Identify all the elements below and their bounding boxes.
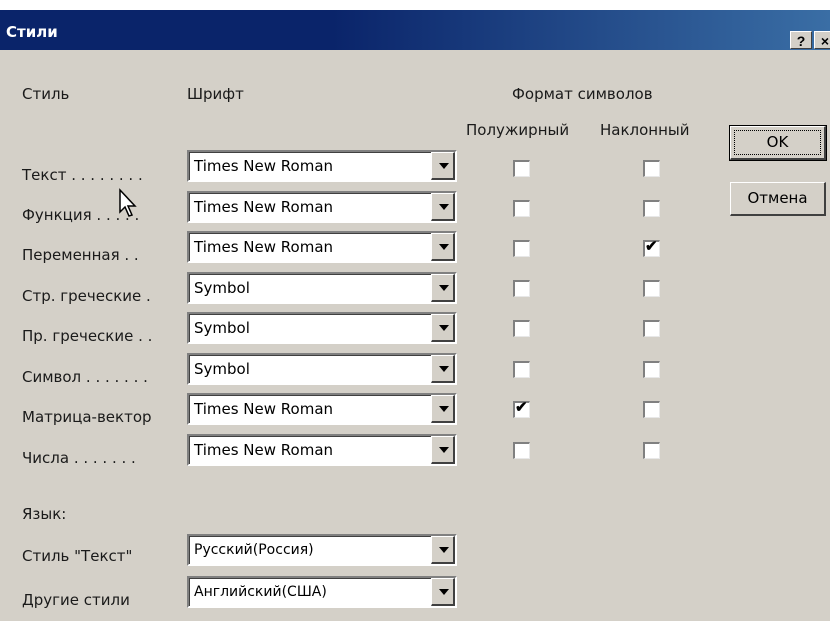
bold-checkbox-function[interactable] bbox=[513, 200, 530, 217]
chevron-down-icon bbox=[439, 244, 449, 250]
language-select-value: Русский(Россия) bbox=[194, 542, 314, 558]
row-label-variable: Переменная . . bbox=[22, 246, 139, 264]
other-styles-language-select[interactable]: Английский(США) bbox=[187, 576, 457, 608]
header-italic: Наклонный bbox=[600, 121, 690, 139]
dropdown-button[interactable] bbox=[431, 152, 455, 180]
italic-checkbox-symbol[interactable] bbox=[643, 361, 660, 378]
font-select-value: Times New Roman bbox=[194, 238, 334, 256]
font-select-value: Times New Roman bbox=[194, 157, 334, 175]
row-label-matrix-vector: Матрица-вектор bbox=[22, 408, 152, 426]
dropdown-button[interactable] bbox=[431, 314, 455, 342]
language-heading: Язык: bbox=[22, 505, 67, 523]
font-select-value: Times New Roman bbox=[194, 441, 334, 459]
chevron-down-icon bbox=[439, 163, 449, 169]
chevron-down-icon bbox=[439, 325, 449, 331]
row-label-upright-greek: Стр. греческие . bbox=[22, 287, 151, 305]
font-select-value: Symbol bbox=[194, 279, 250, 297]
italic-checkbox-upright-greek[interactable] bbox=[643, 280, 660, 297]
row-label-text: Текст . . . . . . . . bbox=[22, 166, 143, 184]
window-title: Стили bbox=[6, 23, 58, 41]
font-select-text[interactable]: Times New Roman bbox=[187, 150, 457, 182]
dropdown-button[interactable] bbox=[431, 355, 455, 383]
text-style-language-select[interactable]: Русский(Россия) bbox=[187, 534, 457, 566]
header-font: Шрифт bbox=[187, 85, 244, 103]
screen-top-strip bbox=[0, 0, 830, 10]
row-label-slanted-greek: Пр. греческие . . bbox=[22, 327, 153, 345]
row-label-symbol: Символ . . . . . . . bbox=[22, 368, 148, 386]
bold-checkbox-upright-greek[interactable] bbox=[513, 280, 530, 297]
font-select-value: Times New Roman bbox=[194, 198, 334, 216]
chevron-down-icon bbox=[439, 589, 449, 595]
dropdown-button[interactable] bbox=[431, 233, 455, 261]
mouse-pointer-icon bbox=[119, 188, 137, 217]
cancel-button-label: Отмена bbox=[747, 189, 808, 207]
row-label-numbers: Числа . . . . . . . bbox=[22, 449, 136, 467]
italic-checkbox-function[interactable] bbox=[643, 200, 660, 217]
ok-button[interactable]: OK bbox=[729, 125, 827, 161]
header-style: Стиль bbox=[22, 85, 70, 103]
chevron-down-icon bbox=[439, 204, 449, 210]
dropdown-button[interactable] bbox=[431, 395, 455, 423]
dropdown-button[interactable] bbox=[431, 436, 455, 464]
italic-checkbox-slanted-greek[interactable] bbox=[643, 320, 660, 337]
dropdown-button[interactable] bbox=[431, 274, 455, 302]
bold-checkbox-slanted-greek[interactable] bbox=[513, 320, 530, 337]
bold-checkbox-symbol[interactable] bbox=[513, 361, 530, 378]
chevron-down-icon bbox=[439, 406, 449, 412]
font-select-symbol[interactable]: Symbol bbox=[187, 353, 457, 385]
font-select-slanted-greek[interactable]: Symbol bbox=[187, 312, 457, 344]
cancel-button[interactable]: Отмена bbox=[730, 182, 826, 216]
bold-checkbox-numbers[interactable] bbox=[513, 442, 530, 459]
language-select-value: Английский(США) bbox=[194, 584, 327, 600]
italic-checkbox-variable[interactable]: ✔ bbox=[643, 238, 660, 257]
other-styles-language-label: Другие стили bbox=[22, 591, 130, 609]
font-select-numbers[interactable]: Times New Roman bbox=[187, 434, 457, 466]
header-char-format: Формат символов bbox=[512, 85, 653, 103]
bold-checkbox-matrix-vector[interactable]: ✔ bbox=[513, 399, 530, 418]
italic-checkbox-text[interactable] bbox=[643, 160, 660, 177]
text-style-language-label: Стиль "Текст" bbox=[22, 547, 133, 565]
header-bold: Полужирный bbox=[466, 121, 570, 139]
font-select-matrix-vector[interactable]: Times New Roman bbox=[187, 393, 457, 425]
help-button[interactable]: ? bbox=[790, 31, 812, 49]
font-select-function[interactable]: Times New Roman bbox=[187, 191, 457, 223]
checkmark-icon: ✔ bbox=[645, 238, 658, 255]
font-select-value: Symbol bbox=[194, 360, 250, 378]
dropdown-button[interactable] bbox=[431, 536, 455, 564]
bold-checkbox-text[interactable] bbox=[513, 160, 530, 177]
font-select-value: Times New Roman bbox=[194, 400, 334, 418]
italic-checkbox-matrix-vector[interactable] bbox=[643, 401, 660, 418]
title-bar: Стили ? × bbox=[0, 10, 830, 50]
dropdown-button[interactable] bbox=[431, 578, 455, 606]
checkmark-icon: ✔ bbox=[515, 399, 528, 416]
chevron-down-icon bbox=[439, 447, 449, 453]
font-select-value: Symbol bbox=[194, 319, 250, 337]
close-button[interactable]: × bbox=[814, 31, 830, 49]
bold-checkbox-variable[interactable] bbox=[513, 240, 530, 257]
chevron-down-icon bbox=[439, 366, 449, 372]
focus-rectangle bbox=[734, 130, 821, 155]
dropdown-button[interactable] bbox=[431, 193, 455, 221]
chevron-down-icon bbox=[439, 285, 449, 291]
chevron-down-icon bbox=[439, 547, 449, 553]
font-select-variable[interactable]: Times New Roman bbox=[187, 231, 457, 263]
italic-checkbox-numbers[interactable] bbox=[643, 442, 660, 459]
font-select-upright-greek[interactable]: Symbol bbox=[187, 272, 457, 304]
